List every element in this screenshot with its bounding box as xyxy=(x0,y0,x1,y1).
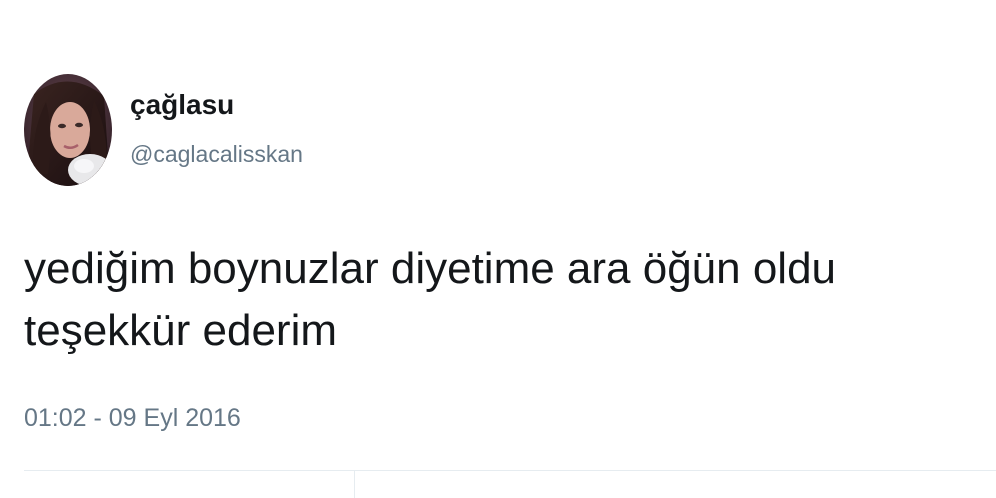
tweet-card: çağlasu @caglacalisskan yediğim boynuzla… xyxy=(0,0,996,498)
stat-separator xyxy=(354,471,355,498)
divider xyxy=(24,470,996,471)
profile-photo-icon xyxy=(24,74,112,186)
tweet-timestamp[interactable]: 01:02 - 09 Eyl 2016 xyxy=(24,402,241,434)
avatar[interactable] xyxy=(24,74,112,186)
tweet-text: yediğim boynuzlar diyetime ara öğün oldu… xyxy=(24,238,984,362)
user-handle[interactable]: @caglacalisskan xyxy=(130,140,303,168)
display-name[interactable]: çağlasu xyxy=(130,88,234,122)
tweet-text-line: yediğim boynuzlar diyetime ara öğün oldu xyxy=(24,244,837,293)
tweet-text-line: teşekkür ederim xyxy=(24,306,338,355)
